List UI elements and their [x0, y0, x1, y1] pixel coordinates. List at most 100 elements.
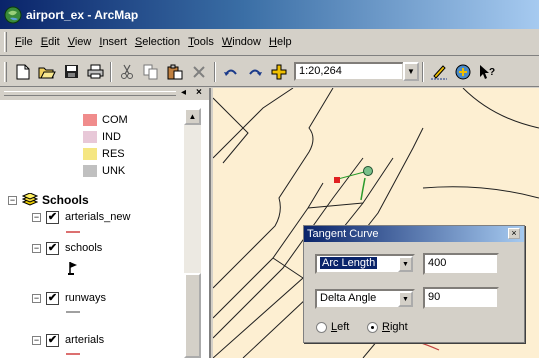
line-symbol-red [66, 231, 80, 233]
auto-hide-pin-icon[interactable]: ◂ [181, 87, 186, 98]
editor-toolbar-button[interactable] [428, 61, 450, 83]
direction-left-radio[interactable]: Left [316, 321, 349, 333]
layer-visibility-checkbox[interactable]: ✔ [46, 333, 59, 347]
sketch-vertex-selected[interactable] [334, 177, 340, 183]
direction-right-radio[interactable]: Right [367, 321, 408, 333]
new-document-button[interactable] [12, 61, 34, 83]
layer-label: schools [65, 242, 103, 254]
selected-option: Arc Length [320, 257, 378, 269]
legend-swatch-res [83, 148, 97, 160]
layer-label: runways [65, 292, 106, 304]
collapse-toggle[interactable]: − [32, 212, 41, 222]
paste-button[interactable] [164, 61, 186, 83]
layer-visibility-checkbox[interactable]: ✔ [46, 210, 59, 224]
chevron-down-icon: ▼ [407, 67, 415, 76]
toolbar-separator [422, 61, 424, 82]
new-document-icon [16, 64, 30, 79]
map-scale-input[interactable]: 1:20,264 [294, 62, 404, 81]
legend-label: RES [102, 148, 125, 160]
menu-edit[interactable]: Edit [37, 34, 64, 50]
menu-window[interactable]: Window [218, 34, 265, 50]
title-bar: airport_ex - ArcMap [0, 0, 539, 29]
add-data-button[interactable] [268, 61, 290, 83]
layer-row-runways[interactable]: − ✔ runways [32, 290, 106, 306]
legend-item: UNK [83, 164, 125, 178]
print-button[interactable] [84, 61, 106, 83]
undo-button[interactable] [220, 61, 242, 83]
scissors-icon [121, 64, 133, 79]
group-layer-schools[interactable]: − Schools [8, 192, 89, 208]
curve-parameter-2-value[interactable]: 90 [423, 287, 499, 309]
tangent-curve-dialog: Tangent Curve × Arc Length ▼ 400 Delta A… [303, 225, 525, 343]
menu-file[interactable]: File [11, 34, 37, 50]
redo-button[interactable] [244, 61, 266, 83]
parcel-boundary [213, 88, 294, 159]
floppy-disk-icon [64, 65, 78, 78]
layer-row-arterials-new[interactable]: − ✔ arterials_new [32, 209, 130, 225]
layer-label: arterials [65, 334, 105, 346]
menu-bar: File Edit View Insert Selection Tools Wi… [0, 29, 539, 56]
svg-text:?: ? [489, 67, 495, 78]
curve-parameter-1-select[interactable]: Arc Length ▼ [315, 254, 415, 274]
cut-button[interactable] [116, 61, 138, 83]
parcel-boundary [307, 202, 364, 209]
legend-swatch-unk [83, 165, 97, 177]
group-layer-label: Schools [42, 193, 89, 207]
toolbox-icon [455, 64, 471, 79]
menu-view[interactable]: View [64, 34, 96, 50]
dialog-close-button[interactable]: × [508, 228, 520, 239]
toolbar-separator [214, 61, 216, 82]
scroll-up-button[interactable]: ▲ [184, 108, 201, 125]
layer-row-arterials[interactable]: − ✔ arterials [32, 332, 104, 348]
whats-this-button[interactable]: ? [476, 61, 498, 83]
close-icon[interactable]: × [196, 87, 202, 98]
toc-title-bar[interactable]: ◂ × [0, 87, 209, 100]
arctoolbox-button[interactable] [452, 61, 474, 83]
dialog-title-bar[interactable]: Tangent Curve [304, 226, 524, 242]
toc-scrollbar[interactable]: ▲ [184, 108, 201, 358]
dropdown-button[interactable]: ▼ [398, 291, 413, 307]
legend-item: RES [83, 147, 125, 161]
line-symbol-gray [66, 311, 80, 313]
help-pointer-icon: ? [480, 64, 495, 79]
radio-label: Right [382, 321, 408, 333]
delete-button[interactable] [188, 61, 210, 83]
layer-label: arterials_new [65, 211, 131, 223]
save-button[interactable] [60, 61, 82, 83]
selected-option: Delta Angle [320, 292, 377, 304]
layer-visibility-checkbox[interactable]: ✔ [46, 291, 59, 305]
open-button[interactable] [36, 61, 58, 83]
toolbar-grip[interactable] [4, 61, 7, 82]
window-title: airport_ex - ArcMap [26, 7, 139, 22]
parcel-boundary [422, 186, 539, 199]
layer-row-schools[interactable]: − ✔ schools [32, 240, 102, 256]
menu-help[interactable]: Help [265, 34, 296, 50]
open-folder-icon [38, 67, 56, 78]
sketch-vertex-current[interactable] [363, 166, 373, 176]
scroll-thumb[interactable] [184, 273, 201, 358]
map-scale-dropdown[interactable]: ▼ [403, 62, 419, 81]
collapse-toggle[interactable]: − [32, 243, 41, 253]
curve-parameter-2-select[interactable]: Delta Angle ▼ [315, 289, 415, 309]
group-layer-icon [22, 193, 38, 206]
radio-indicator[interactable] [367, 321, 378, 333]
table-of-contents-panel: ◂ × COM IND RES UNK − Schools − ✔ arteri… [0, 87, 211, 358]
legend-swatch-com [83, 114, 97, 126]
menubar-grip[interactable] [4, 32, 7, 52]
copy-button[interactable] [140, 61, 162, 83]
collapse-toggle[interactable]: − [32, 293, 41, 303]
collapse-toggle[interactable]: − [32, 335, 41, 345]
menu-selection[interactable]: Selection [131, 34, 184, 50]
collapse-toggle[interactable]: − [8, 195, 17, 205]
menu-tools[interactable]: Tools [184, 34, 218, 50]
radio-indicator[interactable] [316, 321, 327, 333]
dropdown-button[interactable]: ▼ [398, 256, 413, 272]
curve-parameter-1-value[interactable]: 400 [423, 253, 499, 275]
menu-insert[interactable]: Insert [95, 34, 131, 50]
layer-visibility-checkbox[interactable]: ✔ [46, 241, 59, 255]
toc-grip [4, 91, 176, 96]
legend-swatch-ind [83, 131, 97, 143]
chevron-down-icon: ▼ [402, 295, 409, 303]
legend-item: IND [83, 130, 121, 144]
undo-arrow-icon [224, 69, 237, 76]
